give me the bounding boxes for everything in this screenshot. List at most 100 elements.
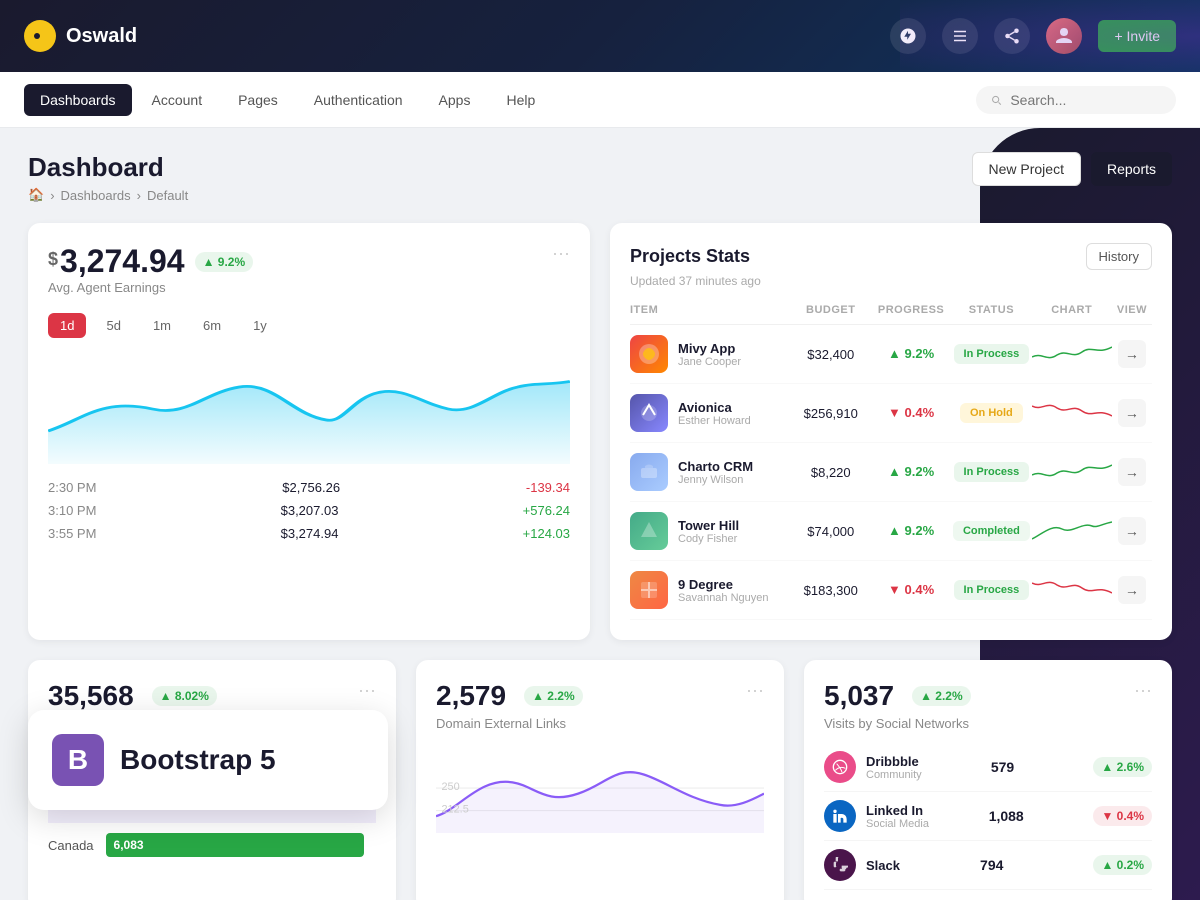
logo-area: Oswald [24,20,890,52]
breadcrumb-sep2: › [137,188,141,203]
nav-item-dashboards[interactable]: Dashboards [24,84,132,116]
user-avatar[interactable] [1046,18,1082,54]
project-view-tower[interactable]: → [1118,517,1146,545]
project-icon-charto [630,453,668,491]
share-icon[interactable] [994,18,1030,54]
social-info-dribbble: Dribbble Community [824,751,922,783]
time-1: 2:30 PM [48,480,96,495]
project-view-9degree[interactable]: → [1118,576,1146,604]
domain-links-card: 2,579 ▲ 2.2% Domain External Links ··· 2… [416,660,784,900]
bootstrap-overlay-card: B Bootstrap 5 [28,710,388,810]
breadcrumb-dashboards[interactable]: Dashboards [61,188,131,203]
social-more-button[interactable]: ··· [1134,680,1152,701]
time-btn-1m[interactable]: 1m [141,313,183,338]
svg-text:212.5: 212.5 [441,804,468,816]
col-item: ITEM [630,304,791,316]
social-amount: 5,037 ▲ 2.2% [824,680,971,712]
slack-name: Slack [866,858,900,873]
project-item-charto: Charto CRM Jenny Wilson [630,453,791,491]
project-item-mivy: Mivy App Jane Cooper [630,335,791,373]
dribbble-info: Dribbble Community [866,754,922,781]
domain-more-button[interactable]: ··· [746,680,764,701]
earnings-amount: $ 3,274.94 ▲ 9.2% [48,243,253,280]
page-content: Dashboard 🏠 › Dashboards › Default New P… [0,128,1200,900]
col-budget: BUDGET [791,304,871,316]
project-name-mivy: Mivy App [678,341,741,356]
linkedin-name: Linked In [866,803,929,818]
amount-3: $3,274.94 [281,526,339,541]
time-2: 3:10 PM [48,503,96,518]
time-btn-1y[interactable]: 1y [241,313,279,338]
project-info-avionica: Avionica Esther Howard [678,400,751,427]
nav-item-authentication[interactable]: Authentication [298,84,419,116]
nav-item-pages[interactable]: Pages [222,84,294,116]
dribbble-name: Dribbble [866,754,922,769]
invite-button[interactable]: + Invite [1098,20,1176,52]
domain-header: 2,579 ▲ 2.2% Domain External Links ··· [436,680,764,743]
dribbble-badge: ▲ 2.6% [1093,757,1152,777]
project-view-charto[interactable]: → [1118,458,1146,486]
change-2: +576.24 [523,503,570,518]
project-status-9degree: In Process [951,580,1031,600]
project-name-charto: Charto CRM [678,459,753,474]
domain-amount: 2,579 ▲ 2.2% [436,680,583,712]
project-status-charto: In Process [951,462,1031,482]
nav-item-account[interactable]: Account [136,84,219,116]
col-status: STATUS [951,304,1031,316]
earnings-value: 3,274.94 [60,243,185,280]
project-chart-tower [1032,514,1112,549]
projects-subtitle: Updated 37 minutes ago [630,274,1152,288]
project-sub-tower: Cody Fisher [678,533,739,545]
social-row-linkedin: Linked In Social Media 1,088 ▼ 0.4% [824,792,1152,841]
earnings-more-button[interactable]: ··· [552,243,570,264]
project-status-mivy: In Process [951,344,1031,364]
project-chart-9degree [1032,573,1112,608]
projects-title: Projects Stats [630,246,750,267]
col-progress: PROGRESS [871,304,951,316]
dribbble-icon [824,751,856,783]
domain-chart: 250 212.5 [436,743,764,833]
time-btn-5d[interactable]: 5d [94,313,132,338]
amount-1: $2,756.26 [282,480,340,495]
logo-text: Oswald [66,25,137,48]
social-info-linkedin: Linked In Social Media [824,800,929,832]
organic-more-button[interactable]: ··· [358,680,376,701]
domain-label: Domain External Links [436,716,583,731]
time-btn-6m[interactable]: 6m [191,313,233,338]
notifications-icon[interactable] [890,18,926,54]
dollar-sign: $ [48,249,58,270]
nav-item-apps[interactable]: Apps [423,84,487,116]
change-1: -139.34 [526,480,570,495]
social-header: 5,037 ▲ 2.2% Visits by Social Networks ·… [824,680,1152,743]
linkedin-type: Social Media [866,818,929,830]
history-button[interactable]: History [1086,243,1152,270]
earnings-row-1: 2:30 PM $2,756.26 -139.34 [48,480,570,495]
apps-icon[interactable] [942,18,978,54]
project-view-avionica[interactable]: → [1118,399,1146,427]
project-info-charto: Charto CRM Jenny Wilson [678,459,753,486]
earnings-label: Avg. Agent Earnings [48,280,253,295]
social-badge: ▲ 2.2% [912,686,971,706]
reports-button[interactable]: Reports [1091,152,1172,186]
page-header: Dashboard 🏠 › Dashboards › Default New P… [28,152,1172,203]
project-name-9degree: 9 Degree [678,577,769,592]
project-name-tower: Tower Hill [678,518,739,533]
project-status-avionica: On Hold [951,403,1031,423]
earnings-chart [48,354,570,464]
social-label: Visits by Social Networks [824,716,971,731]
social-row-slack: Slack 794 ▲ 0.2% [824,841,1152,890]
search-bar[interactable] [976,86,1176,114]
time-btn-1d[interactable]: 1d [48,313,86,338]
linkedin-info: Linked In Social Media [866,803,929,830]
search-input[interactable] [1010,92,1162,108]
project-view-mivy[interactable]: → [1118,340,1146,368]
nav-item-help[interactable]: Help [490,84,551,116]
project-chart-charto [1032,455,1112,490]
project-chart-mivy [1032,337,1112,372]
main-grid: $ 3,274.94 ▲ 9.2% Avg. Agent Earnings ··… [28,223,1172,640]
slack-badge: ▲ 0.2% [1093,855,1152,875]
project-sub-9degree: Savannah Nguyen [678,592,769,604]
project-row-tower: Tower Hill Cody Fisher $74,000 ▲ 9.2% Co… [630,502,1152,561]
new-project-button[interactable]: New Project [972,152,1081,186]
col-view: VIEW [1112,304,1152,316]
